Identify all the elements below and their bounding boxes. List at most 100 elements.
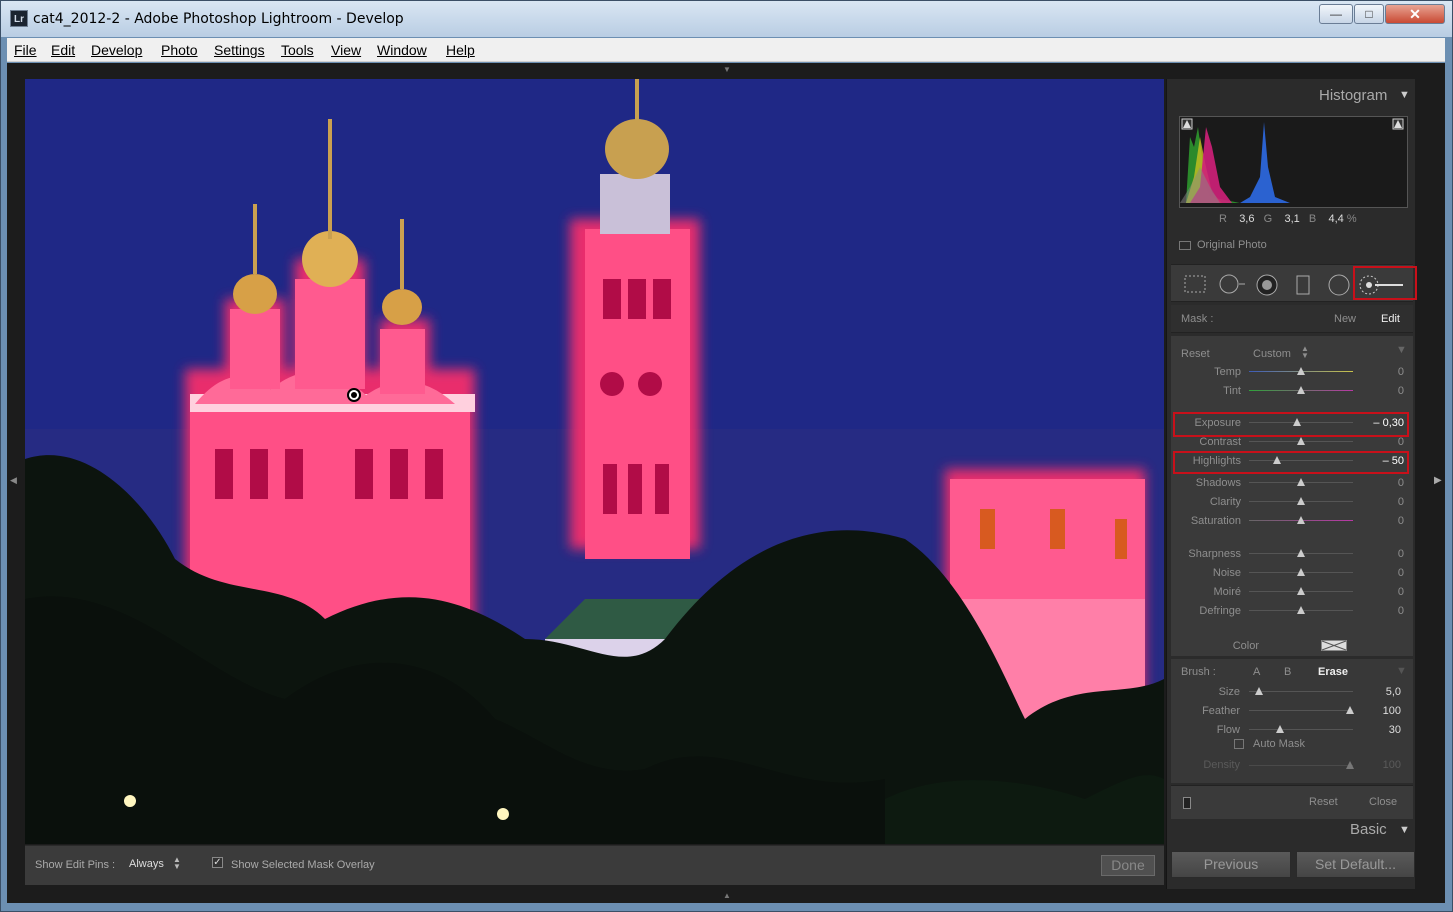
slider-thumb[interactable]: [1297, 549, 1305, 557]
local-tools-strip: [1171, 264, 1417, 302]
collapse-triangle-icon[interactable]: ▼: [1396, 344, 1407, 356]
slider-thumb[interactable]: [1297, 386, 1305, 394]
histogram-header[interactable]: Histogram: [1319, 87, 1387, 104]
minimize-button[interactable]: —: [1319, 4, 1353, 24]
mask-new-button[interactable]: New: [1334, 313, 1356, 325]
slider-thumb[interactable]: [1297, 587, 1305, 595]
maximize-button[interactable]: □: [1354, 4, 1384, 24]
menu-develop[interactable]: Develop: [91, 42, 142, 58]
previous-button[interactable]: Previous: [1171, 851, 1291, 878]
highlight-box-exposure: [1173, 412, 1409, 437]
footer-close-button[interactable]: Close: [1369, 796, 1397, 808]
brush-erase-button[interactable]: Erase: [1318, 666, 1348, 678]
done-button[interactable]: Done: [1101, 855, 1155, 876]
slider-value: 0: [1397, 496, 1404, 508]
slider-value: 0: [1397, 515, 1404, 527]
footer-reset-button[interactable]: Reset: [1309, 796, 1338, 808]
color-label: Color: [1232, 640, 1259, 652]
mask-footer: Reset Close: [1171, 785, 1413, 819]
brush-feather-value: 100: [1382, 705, 1401, 717]
brush-slider-track[interactable]: [1249, 729, 1353, 730]
menu-window[interactable]: Window: [377, 42, 427, 58]
highlight-box-brush: [1353, 266, 1417, 300]
mask-edit-button[interactable]: Edit: [1381, 313, 1400, 325]
photo-image: [25, 79, 1164, 844]
slider-value: 0: [1397, 548, 1404, 560]
red-eye-icon[interactable]: [1255, 274, 1279, 296]
collapse-triangle-icon[interactable]: ▼: [1399, 89, 1410, 101]
density-slider-track[interactable]: [1249, 765, 1353, 766]
brush-slider-thumb[interactable]: [1276, 725, 1285, 733]
brush-slider-track[interactable]: [1249, 691, 1353, 692]
window-title: cat4_2012-2 - Adobe Photoshop Lightroom …: [33, 11, 404, 27]
right-panel-toggle-icon[interactable]: ▶: [1434, 475, 1442, 486]
brush-flow-value: 30: [1388, 724, 1401, 736]
slider-thumb[interactable]: [1297, 516, 1305, 524]
show-edit-pins-label: Show Edit Pins :: [35, 859, 116, 871]
menu-file[interactable]: File: [14, 42, 37, 58]
color-swatch[interactable]: [1321, 640, 1347, 651]
menu-photo[interactable]: Photo: [161, 42, 198, 58]
density-label: Density: [1203, 759, 1240, 771]
show-mask-overlay-checkbox[interactable]: ✓: [212, 857, 223, 868]
close-window-button[interactable]: ✕: [1385, 4, 1445, 24]
original-photo-checkbox[interactable]: [1179, 241, 1191, 250]
brush-a-button[interactable]: A: [1253, 666, 1260, 678]
menu-bar: File Edit Develop Photo Settings Tools V…: [7, 38, 1445, 62]
select-arrows-icon: ▲ ▼: [173, 855, 181, 871]
effect-reset-button[interactable]: Reset: [1181, 348, 1210, 360]
brush-slider-thumb[interactable]: [1255, 687, 1264, 695]
crop-overlay-icon[interactable]: [1183, 274, 1207, 294]
slider-label-defringe: Defringe: [1199, 605, 1241, 617]
slider-thumb[interactable]: [1297, 437, 1305, 445]
slider-label-contrast: Contrast: [1199, 436, 1241, 448]
develop-workspace: ▼ ◀ ▶ Show Edit Pins: Always ▲ ▼ ✓ Show…: [7, 63, 1445, 903]
brush-panel: Brush : A B Erase ▼ Size 5,0 Feather 100 Flo…: [1171, 659, 1413, 783]
brush-b-button[interactable]: B: [1284, 666, 1291, 678]
slider-thumb[interactable]: [1297, 497, 1305, 505]
slider-thumb[interactable]: [1297, 367, 1305, 375]
menu-help[interactable]: Help: [446, 42, 475, 58]
menu-settings[interactable]: Settings: [214, 42, 265, 58]
menu-view[interactable]: View: [331, 42, 361, 58]
highlight-box-highlights: [1173, 451, 1409, 474]
slider-thumb[interactable]: [1297, 606, 1305, 614]
density-slider-thumb[interactable]: [1345, 761, 1354, 769]
basic-panel-header[interactable]: Basic: [1350, 821, 1387, 838]
editor-toolbar: Show Edit Pins : Always ▲ ▼ ✓ Show Select…: [25, 845, 1164, 885]
bottom-panel-toggle-icon[interactable]: ▲: [723, 891, 731, 900]
photo-canvas[interactable]: [25, 79, 1164, 844]
brush-slider-thumb[interactable]: [1345, 706, 1354, 714]
slider-label-temp: Temp: [1214, 366, 1241, 378]
spot-removal-icon[interactable]: [1217, 274, 1247, 294]
radial-filter-icon[interactable]: [1327, 274, 1351, 296]
toggle-switch-icon[interactable]: [1183, 797, 1191, 809]
graduated-filter-icon[interactable]: [1293, 274, 1313, 296]
slider-thumb[interactable]: [1297, 568, 1305, 576]
application-window: Lr cat4_2012-2 - Adobe Photoshop Lightro…: [0, 0, 1453, 912]
auto-mask-label: Auto Mask: [1253, 738, 1305, 750]
brush-size-label: Size: [1218, 686, 1240, 698]
set-default-button[interactable]: Set Default...: [1296, 851, 1415, 878]
rgb-readout: R 3,6 G 3,1 B 4,4 %: [1219, 213, 1357, 225]
slider-value: 0: [1397, 366, 1404, 378]
effect-preset-select[interactable]: Custom: [1253, 348, 1291, 360]
left-panel-toggle-icon[interactable]: ◀: [10, 475, 17, 486]
slider-label-moir: Moiré: [1213, 586, 1241, 598]
mask-row: Mask : New Edit: [1171, 305, 1413, 333]
brush-flow-label: Flow: [1216, 724, 1240, 736]
brush-slider-track[interactable]: [1249, 710, 1353, 711]
brush-size-value: 5,0: [1385, 686, 1401, 698]
auto-mask-checkbox[interactable]: [1234, 739, 1244, 749]
collapse-triangle-icon[interactable]: ▼: [1396, 665, 1407, 677]
collapse-triangle-icon[interactable]: ▼: [1399, 824, 1410, 836]
top-panel-toggle-icon[interactable]: ▼: [723, 65, 731, 74]
menu-edit[interactable]: Edit: [51, 42, 75, 58]
show-edit-pins-select[interactable]: Always: [129, 858, 164, 870]
slider-thumb[interactable]: [1297, 478, 1305, 486]
slider-value: 0: [1397, 477, 1404, 489]
slider-value: 0: [1397, 605, 1404, 617]
show-mask-overlay-label: Show Selected Mask Overlay: [231, 859, 375, 871]
menu-tools[interactable]: Tools: [281, 42, 314, 58]
original-photo-label: Original Photo: [1197, 239, 1267, 251]
